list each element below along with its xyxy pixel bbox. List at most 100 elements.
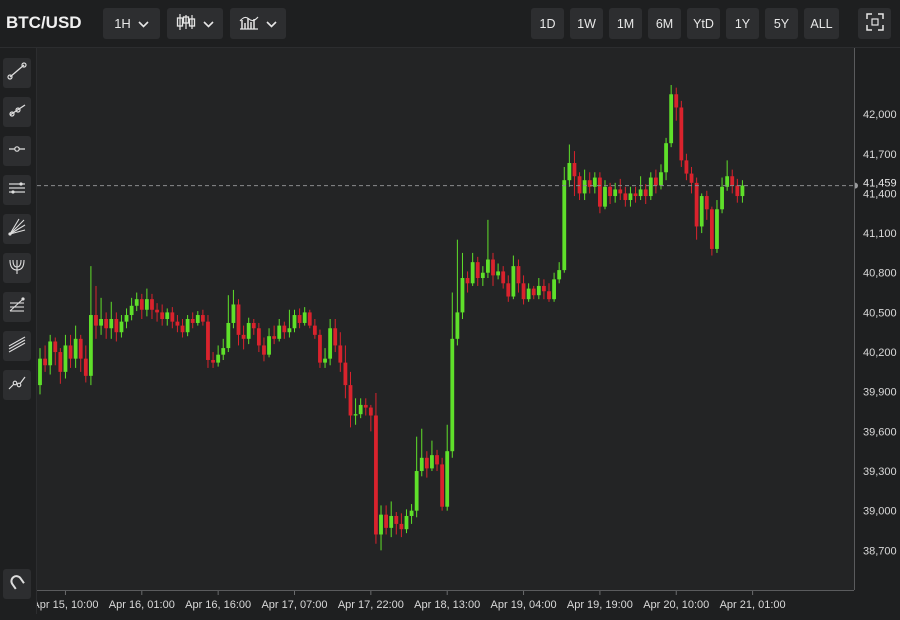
candle-body (38, 358, 42, 386)
candle-body (89, 315, 93, 376)
time-tick-label: Apr 18, 13:00 (414, 599, 480, 611)
pitchfork-tool[interactable] (3, 253, 31, 283)
candle-body (312, 325, 317, 335)
range-1y-button[interactable]: 1Y (726, 8, 759, 39)
price-tick-label: 41,100 (863, 228, 897, 240)
candle-body (353, 414, 358, 416)
candle-body (659, 172, 663, 186)
time-tick-label: Apr 17, 07:00 (261, 599, 327, 611)
candle-body (160, 312, 165, 319)
gann-fan-tool[interactable] (3, 214, 31, 244)
fibonacci-tool[interactable] (3, 292, 31, 322)
candle-body (48, 341, 53, 366)
time-axis-labels: Apr 15, 10:00 Apr 16, 01:00 Apr 16, 16:00 A… (32, 591, 786, 611)
candle-body (144, 299, 149, 310)
candle-body (669, 94, 674, 144)
chevron-down-icon (203, 16, 214, 31)
candle-body (129, 305, 134, 316)
candle-body (394, 515, 399, 524)
price-tick-label: 38,700 (863, 545, 897, 557)
regression-channel-tool[interactable] (3, 331, 31, 361)
candle-body (104, 319, 109, 329)
candle-body (542, 285, 546, 292)
candle-body (287, 328, 292, 333)
price-axis[interactable]: 38,700 39,000 39,300 39,600 39,900 40,200 40,5… (852, 48, 900, 590)
candle-body (307, 312, 312, 326)
range-1w-button[interactable]: 1W (570, 8, 603, 39)
polyline-tool[interactable] (3, 370, 31, 400)
candle-body (384, 514, 389, 528)
time-tick-label: Apr 15, 10:00 (37, 599, 98, 611)
candle-body (638, 189, 643, 197)
trend-line-tool[interactable] (3, 58, 31, 88)
candle-body (134, 299, 139, 306)
chevron-down-icon (266, 16, 277, 31)
candle-body (185, 319, 190, 333)
candle-body (419, 457, 424, 472)
candle-body (689, 173, 694, 183)
range-1m-button[interactable]: 1M (609, 8, 642, 39)
range-1d-button[interactable]: 1D (531, 8, 564, 39)
candle-body (150, 299, 154, 310)
chart-type-dropdown[interactable] (167, 8, 223, 39)
candle-body (735, 185, 740, 197)
time-tick-label: Apr 17, 22:00 (338, 599, 404, 611)
price-tick-label: 40,800 (863, 268, 897, 280)
candle-body (262, 345, 266, 355)
magnet-tool[interactable] (3, 569, 31, 599)
candle-body (338, 345, 343, 363)
price-tick-label: 40,200 (863, 347, 897, 359)
ray-line-tool[interactable] (3, 97, 31, 127)
candlestick-icon (176, 13, 196, 34)
range-all-button[interactable]: ALL (804, 8, 839, 39)
time-tick-label: Apr 19, 04:00 (491, 599, 557, 611)
parallel-channel-tool[interactable] (3, 175, 31, 205)
candle-body (613, 189, 618, 197)
candle-body (206, 321, 210, 360)
candle-body (582, 180, 587, 194)
range-6m-button[interactable]: 6M (648, 8, 681, 39)
candle-body (664, 143, 668, 173)
price-chart[interactable] (37, 48, 854, 590)
candle-body (653, 177, 658, 186)
symbol-title: BTC/USD (6, 13, 82, 32)
candle-body (506, 283, 511, 297)
candle-body (83, 358, 88, 376)
candle-body (521, 283, 526, 300)
candle-body (73, 338, 78, 359)
time-tick-label: Apr 21, 01:00 (720, 599, 786, 611)
candle-body (618, 189, 623, 194)
candle-body (236, 304, 241, 335)
horizontal-line-tool[interactable] (3, 136, 31, 166)
candle-body (623, 193, 628, 201)
parallel-channel-icon (7, 178, 27, 203)
last-price-label: 41,459 (863, 178, 897, 190)
candle-body (435, 455, 439, 465)
candle-body (547, 291, 551, 300)
pitchfork-icon (7, 256, 27, 281)
price-axis-labels: 38,700 39,000 39,300 39,600 39,900 40,200 40,5… (852, 109, 897, 557)
range-ytd-button[interactable]: YtD (687, 8, 720, 39)
candle-body (190, 319, 195, 323)
candle-body (694, 182, 699, 227)
price-tick-label: 42,000 (863, 109, 897, 121)
indicators-dropdown[interactable] (230, 8, 286, 39)
candle-body (628, 193, 633, 201)
candle-body (633, 193, 638, 197)
interval-dropdown[interactable]: 1H (103, 8, 160, 39)
range-5y-button[interactable]: 5Y (765, 8, 798, 39)
candle-body (704, 196, 709, 210)
candle-body (368, 407, 373, 416)
fullscreen-button[interactable] (858, 8, 891, 39)
time-axis[interactable]: Apr 15, 10:00 Apr 16, 01:00 Apr 16, 16:00 A… (32, 590, 854, 615)
candle-body (328, 328, 333, 359)
candle-body (684, 160, 689, 174)
candle-body (226, 322, 231, 349)
candle-body (536, 285, 541, 296)
candle-body (358, 404, 363, 415)
candle-body (195, 315, 200, 323)
candle-body (277, 325, 282, 339)
price-tick-label: 39,000 (863, 506, 897, 518)
candle-body (557, 270, 562, 280)
candle-body (343, 362, 348, 386)
